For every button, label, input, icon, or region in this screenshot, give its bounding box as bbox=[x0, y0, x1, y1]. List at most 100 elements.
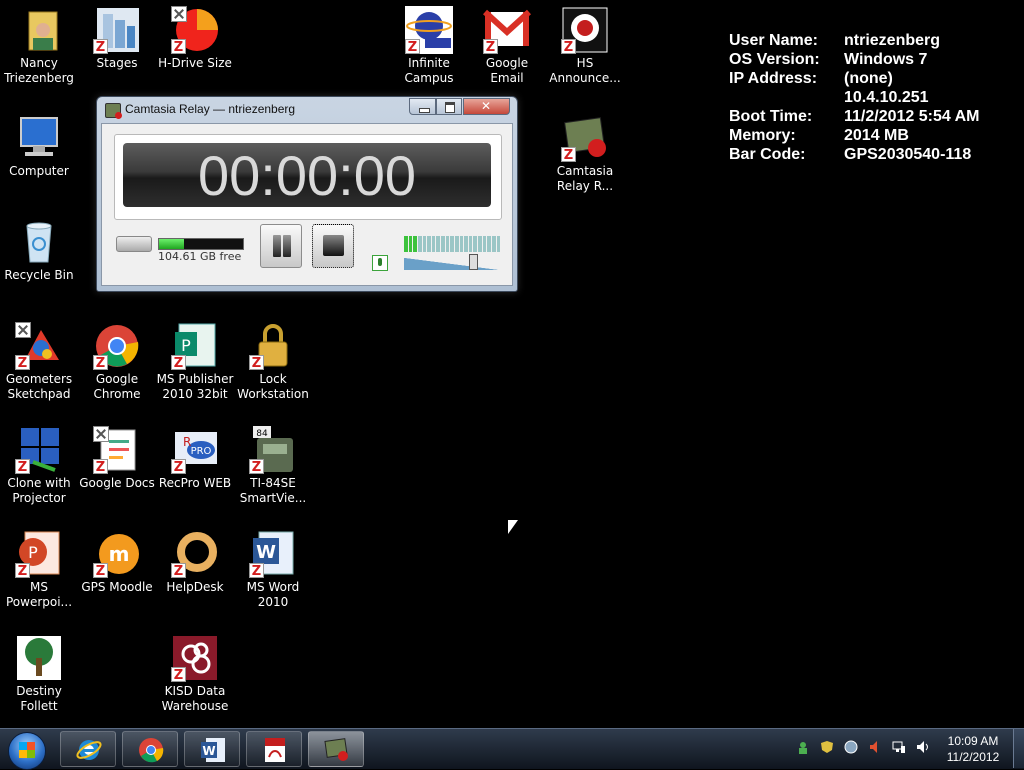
volume-slider[interactable] bbox=[404, 254, 498, 270]
z-badge-icon: Z bbox=[483, 39, 498, 55]
recording-timer: 00:00:00 bbox=[198, 144, 416, 207]
svg-text:m: m bbox=[109, 542, 130, 566]
sysinfo-row: Bar Code: GPS2030540-118 bbox=[729, 145, 980, 164]
word-icon: W Z bbox=[249, 530, 297, 579]
z-badge-icon: Z bbox=[171, 39, 186, 55]
computer-icon bbox=[15, 114, 63, 162]
camtasia-relay-window[interactable]: Camtasia Relay — ntriezenberg 00:00:00 1… bbox=[96, 96, 518, 292]
taskbar-button-internet-explorer[interactable] bbox=[60, 731, 116, 767]
z-badge-icon: Z bbox=[405, 39, 420, 55]
taskbar-button-chrome[interactable] bbox=[122, 731, 178, 767]
level-segment bbox=[473, 236, 477, 252]
microphone-icon[interactable] bbox=[372, 255, 388, 271]
maximize-button[interactable] bbox=[436, 98, 462, 115]
sysinfo-row: Boot Time: 11/2/2012 5:54 AM bbox=[729, 107, 980, 126]
desktop-icon-lock-workstation[interactable]: Z Lock Workstation bbox=[234, 322, 312, 402]
icon-label: RecPro WEB bbox=[158, 476, 232, 490]
taskbar-button-pdf[interactable] bbox=[246, 731, 302, 767]
desktop-icon-computer[interactable]: Computer bbox=[0, 114, 78, 179]
icon-label: Nancy Triezenberg bbox=[4, 56, 74, 85]
start-button[interactable] bbox=[4, 731, 48, 770]
gmail-icon: Z bbox=[482, 6, 532, 55]
desktop-icon-ms-powerpoint[interactable]: P Z MS Powerpoi... bbox=[0, 530, 78, 610]
show-desktop-button[interactable] bbox=[1013, 729, 1024, 768]
sysinfo-value: 2014 MB bbox=[844, 127, 909, 144]
pause-button[interactable] bbox=[260, 224, 302, 268]
desktop-icon-nancy-triezenberg[interactable]: Nancy Triezenberg bbox=[0, 6, 78, 86]
taskbar-clock[interactable]: 10:09 AM 11/2/2012 bbox=[940, 733, 1006, 765]
z-badge-icon: Z bbox=[561, 39, 576, 55]
level-segment bbox=[464, 236, 468, 252]
desktop-icon-recpro-web[interactable]: PRO R Z RecPro WEB bbox=[156, 426, 234, 491]
icon-label: Camtasia Relay R... bbox=[556, 164, 614, 193]
sysinfo-key bbox=[729, 88, 844, 107]
calculator-icon: 84 Z bbox=[249, 426, 297, 475]
speaker-tray-icon[interactable] bbox=[916, 740, 930, 754]
window-titlebar[interactable]: Camtasia Relay — ntriezenberg bbox=[97, 97, 517, 121]
desktop-icon-google-docs[interactable]: Z Google Docs bbox=[78, 426, 156, 491]
level-segment bbox=[431, 236, 436, 252]
desktop-icon-google-chrome[interactable]: Z Google Chrome bbox=[78, 322, 156, 402]
sketchpad-icon: Z bbox=[15, 322, 63, 371]
desktop-icon-google-email[interactable]: Z Google Email bbox=[468, 6, 546, 86]
desktop-icon-h-drive-size[interactable]: Z H-Drive Size bbox=[156, 6, 234, 71]
desktop-icon-ms-publisher[interactable]: P Z MS Publisher 2010 32bit bbox=[156, 322, 234, 402]
taskbar-button-word[interactable]: W bbox=[184, 731, 240, 767]
z-badge-icon: Z bbox=[93, 39, 108, 55]
volume-slider-thumb[interactable] bbox=[469, 254, 479, 270]
user-folder-icon bbox=[15, 6, 63, 54]
minimize-button[interactable] bbox=[409, 98, 436, 115]
desktop-icon-kisd-data-warehouse[interactable]: Z KISD Data Warehouse bbox=[156, 634, 234, 714]
desktop-icon-camtasia-relay[interactable]: Z Camtasia Relay R... bbox=[546, 114, 624, 194]
desktop-icon-stages[interactable]: Z Stages bbox=[78, 6, 156, 71]
z-badge-icon: Z bbox=[93, 563, 108, 579]
moodle-icon: m Z bbox=[93, 530, 141, 579]
sysinfo-value: ntriezenberg bbox=[844, 32, 941, 49]
z-badge-icon: Z bbox=[15, 355, 30, 371]
z-badge-icon: Z bbox=[249, 563, 264, 579]
z-badge-icon: Z bbox=[171, 667, 186, 683]
sysinfo-row: Memory: 2014 MB bbox=[729, 126, 980, 145]
desktop-icon-infinite-campus[interactable]: Z Infinite Campus bbox=[390, 6, 468, 86]
stop-button[interactable] bbox=[312, 224, 354, 268]
projector-icon: Z bbox=[15, 426, 63, 475]
sysinfo-key: OS Version: bbox=[729, 51, 820, 68]
desktop-icon-clone-with-projector[interactable]: Z Clone with Projector bbox=[0, 426, 78, 506]
network-user-tray-icon[interactable] bbox=[796, 740, 810, 754]
z-badge-icon: Z bbox=[249, 355, 264, 371]
icon-label: Google Docs bbox=[79, 476, 155, 490]
powerpoint-icon: P Z bbox=[15, 530, 63, 579]
timer-display: 00:00:00 bbox=[123, 143, 491, 207]
desktop-icon-destiny-follett[interactable]: Destiny Follett bbox=[0, 634, 78, 714]
sysinfo-key: IP Address: bbox=[729, 70, 818, 87]
audio-level-meter bbox=[404, 236, 501, 252]
desktop-icon-geometers-sketchpad[interactable]: Z Geometers Sketchpad bbox=[0, 322, 78, 402]
desktop-icon-gps-moodle[interactable]: m Z GPS Moodle bbox=[78, 530, 156, 595]
desktop-icon-helpdesk[interactable]: Z HelpDesk bbox=[156, 530, 234, 595]
desktop-icon-hs-announcements[interactable]: Z HS Announce... bbox=[546, 6, 624, 86]
shield-tray-icon[interactable] bbox=[820, 740, 834, 754]
sysinfo-value: 10.4.10.251 bbox=[844, 89, 929, 106]
close-button[interactable] bbox=[463, 98, 510, 115]
update-tray-icon[interactable] bbox=[844, 740, 858, 754]
desktop-icon-recycle-bin[interactable]: Recycle Bin bbox=[0, 218, 78, 283]
camtasia-relay-icon bbox=[105, 103, 122, 119]
desktop-icon-ti-84se[interactable]: 84 Z TI-84SE SmartVie... bbox=[234, 426, 312, 506]
icon-label: TI-84SE SmartVie... bbox=[239, 476, 307, 505]
svg-text:P: P bbox=[181, 336, 191, 355]
network-tray-icon[interactable] bbox=[892, 740, 906, 754]
level-segment bbox=[422, 236, 427, 252]
publisher-icon: P Z bbox=[171, 322, 219, 371]
icon-label: Geometers Sketchpad bbox=[5, 372, 73, 401]
disk-space-fill bbox=[159, 239, 185, 249]
z-badge-icon: Z bbox=[93, 459, 108, 475]
taskbar-button-camtasia-relay[interactable] bbox=[308, 731, 364, 767]
icon-label: MS Powerpoi... bbox=[5, 580, 73, 609]
icon-label: HS Announce... bbox=[549, 56, 621, 85]
x-box-icon bbox=[93, 426, 109, 442]
svg-text:P: P bbox=[28, 543, 38, 562]
relay-client-area: 00:00:00 104.61 GB free bbox=[101, 123, 513, 286]
desktop-icon-ms-word[interactable]: W Z MS Word 2010 bbox=[234, 530, 312, 610]
google-docs-icon: Z bbox=[93, 426, 141, 475]
volume-alert-tray-icon[interactable] bbox=[868, 740, 882, 754]
